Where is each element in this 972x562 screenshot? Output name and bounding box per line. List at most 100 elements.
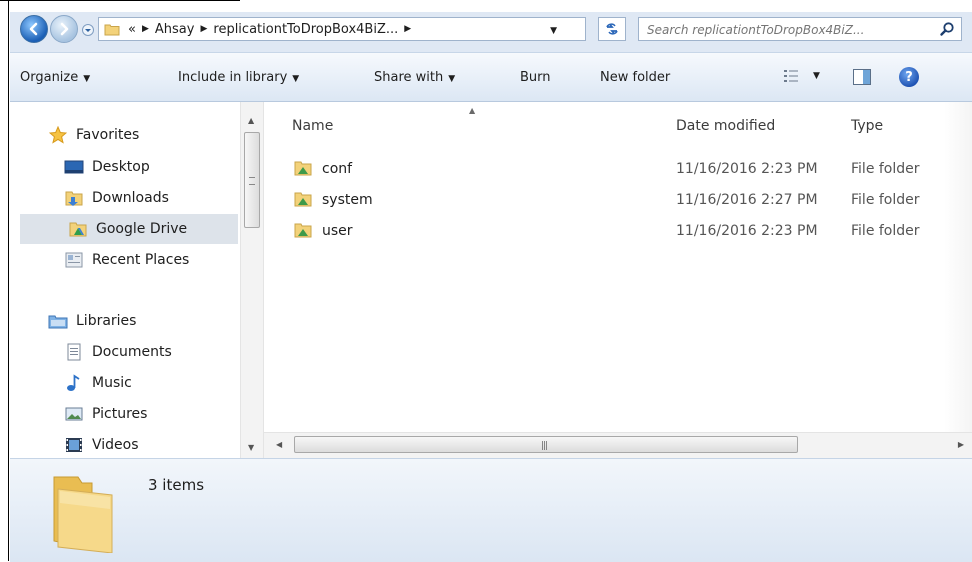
music-icon — [64, 374, 84, 392]
back-arrow-icon — [29, 22, 38, 36]
file-row[interactable]: conf 11/16/2016 2:23 PM File folder — [264, 154, 972, 184]
desktop-icon — [64, 158, 84, 176]
organize-menu[interactable]: Organize ▼ — [20, 70, 90, 85]
breadcrumb-ahsay[interactable]: Ahsay — [155, 22, 195, 37]
nav-item-desktop[interactable]: Desktop — [24, 152, 238, 182]
column-header-type[interactable]: Type — [851, 118, 883, 134]
google-drive-folder-icon — [68, 220, 88, 238]
forward-button[interactable] — [50, 15, 78, 43]
recent-pages-dropdown-icon[interactable] — [82, 24, 94, 36]
address-row: « ▶ Ahsay ▶ replicationtToDropBox4BiZ...… — [10, 12, 972, 52]
burn-button[interactable]: Burn — [520, 70, 551, 85]
star-icon — [48, 126, 68, 144]
scroll-up-arrow-icon[interactable]: ▲ — [248, 116, 254, 125]
chevron-right-icon: ▶ — [141, 24, 149, 34]
scroll-right-arrow-icon[interactable]: ▶ — [958, 440, 964, 449]
chevron-down-icon: ▼ — [83, 74, 91, 84]
file-row[interactable]: user 11/16/2016 2:23 PM File folder — [264, 216, 972, 246]
shared-folder-icon — [294, 161, 312, 176]
forward-arrow-icon — [60, 22, 69, 36]
column-header-date-modified[interactable]: Date modified — [676, 118, 775, 134]
file-name: conf — [322, 161, 353, 177]
chevron-down-icon: ▼ — [448, 74, 456, 84]
search-input[interactable] — [645, 21, 929, 39]
downloads-folder-icon — [64, 189, 84, 207]
column-header-name[interactable]: Name — [292, 118, 333, 134]
chevron-down-icon: ▼ — [813, 71, 820, 81]
file-date: 11/16/2016 2:23 PM — [676, 161, 818, 177]
details-view-icon — [784, 70, 798, 82]
address-history-dropdown-icon[interactable]: ▼ — [550, 26, 557, 36]
file-list-horizontal-scrollbar[interactable]: ◀ ||| ▶ — [264, 432, 972, 458]
nav-item-google-drive[interactable]: Google Drive — [20, 214, 238, 244]
breadcrumb: « ▶ Ahsay ▶ replicationtToDropBox4BiZ...… — [128, 22, 417, 37]
chevron-down-icon: ▼ — [292, 74, 300, 84]
nav-item-label: Desktop — [92, 159, 150, 175]
nav-item-music[interactable]: Music — [24, 368, 238, 398]
pictures-icon — [64, 405, 84, 423]
scroll-down-arrow-icon[interactable]: ▼ — [248, 443, 254, 452]
nav-item-recent-places[interactable]: Recent Places — [24, 245, 238, 275]
nav-item-pictures[interactable]: Pictures — [24, 399, 238, 429]
file-row[interactable]: system 11/16/2016 2:27 PM File folder — [264, 185, 972, 215]
new-folder-button[interactable]: New folder — [600, 70, 670, 85]
nav-favorites-label: Favorites — [76, 127, 140, 143]
chevron-right-icon[interactable]: ▶ — [200, 24, 207, 34]
details-pane: 3 items — [10, 458, 972, 562]
item-count: 3 items — [148, 476, 205, 494]
change-view-button[interactable]: ▼ — [783, 68, 820, 84]
scrollbar-thumb[interactable] — [244, 132, 260, 228]
shared-folder-icon — [294, 192, 312, 207]
nav-item-videos[interactable]: Videos — [24, 430, 238, 460]
column-overflow-fade — [944, 102, 972, 432]
search-icon[interactable] — [939, 21, 955, 37]
videos-icon — [64, 436, 84, 454]
nav-libraries[interactable]: Libraries — [24, 306, 238, 336]
nav-item-label: Downloads — [92, 190, 169, 206]
file-name: user — [322, 223, 353, 239]
file-type: File folder — [851, 223, 920, 239]
file-name: system — [322, 192, 373, 208]
nav-item-label: Recent Places — [92, 252, 190, 268]
share-with-menu[interactable]: Share with ▼ — [374, 70, 455, 85]
nav-favorites[interactable]: Favorites — [24, 120, 238, 150]
file-list: ▲ Name Date modified Type conf 11/16/201… — [264, 102, 972, 432]
recent-places-icon — [64, 251, 84, 269]
command-bar: Organize ▼ Include in library ▼ Share with… — [10, 52, 972, 102]
navigation-pane: Favorites Desktop Downloads Google Drive… — [10, 102, 238, 458]
include-in-library-menu[interactable]: Include in library ▼ — [178, 70, 299, 85]
organize-label: Organize — [20, 70, 79, 85]
scroll-left-arrow-icon[interactable]: ◀ — [276, 440, 282, 449]
scrollbar-thumb[interactable]: ||| — [294, 436, 798, 453]
scrollbar-grip — [249, 177, 255, 185]
nav-item-label: Google Drive — [96, 221, 188, 237]
chevron-right-icon[interactable]: ▶ — [404, 24, 411, 34]
help-icon[interactable]: ? — [899, 67, 919, 87]
shared-folder-icon — [294, 223, 312, 238]
search-box[interactable] — [638, 17, 962, 41]
nav-libraries-label: Libraries — [76, 313, 137, 329]
address-bar[interactable]: « ▶ Ahsay ▶ replicationtToDropBox4BiZ...… — [98, 17, 586, 41]
file-date: 11/16/2016 2:23 PM — [676, 223, 818, 239]
scrollbar-grip: ||| — [541, 441, 548, 451]
include-in-library-label: Include in library — [178, 70, 288, 85]
navigation-pane-scrollbar[interactable]: ▲ ▼ — [240, 102, 264, 458]
documents-icon — [64, 343, 84, 361]
refresh-button[interactable] — [598, 17, 626, 41]
nav-item-documents[interactable]: Documents — [24, 337, 238, 367]
nav-item-label: Documents — [92, 344, 172, 360]
breadcrumb-replication[interactable]: replicationtToDropBox4BiZ... — [213, 22, 398, 37]
preview-pane-icon[interactable] — [853, 69, 871, 85]
file-date: 11/16/2016 2:27 PM — [676, 192, 818, 208]
nav-item-label: Music — [92, 375, 132, 391]
back-button[interactable] — [20, 15, 48, 43]
nav-item-downloads[interactable]: Downloads — [24, 183, 238, 213]
libraries-icon — [48, 312, 68, 330]
nav-item-label: Pictures — [92, 406, 148, 422]
new-folder-label: New folder — [600, 70, 671, 85]
file-type: File folder — [851, 161, 920, 177]
breadcrumb-overflow[interactable]: « — [128, 22, 136, 37]
nav-item-label: Videos — [92, 437, 139, 453]
file-type: File folder — [851, 192, 920, 208]
folder-icon — [104, 24, 120, 36]
